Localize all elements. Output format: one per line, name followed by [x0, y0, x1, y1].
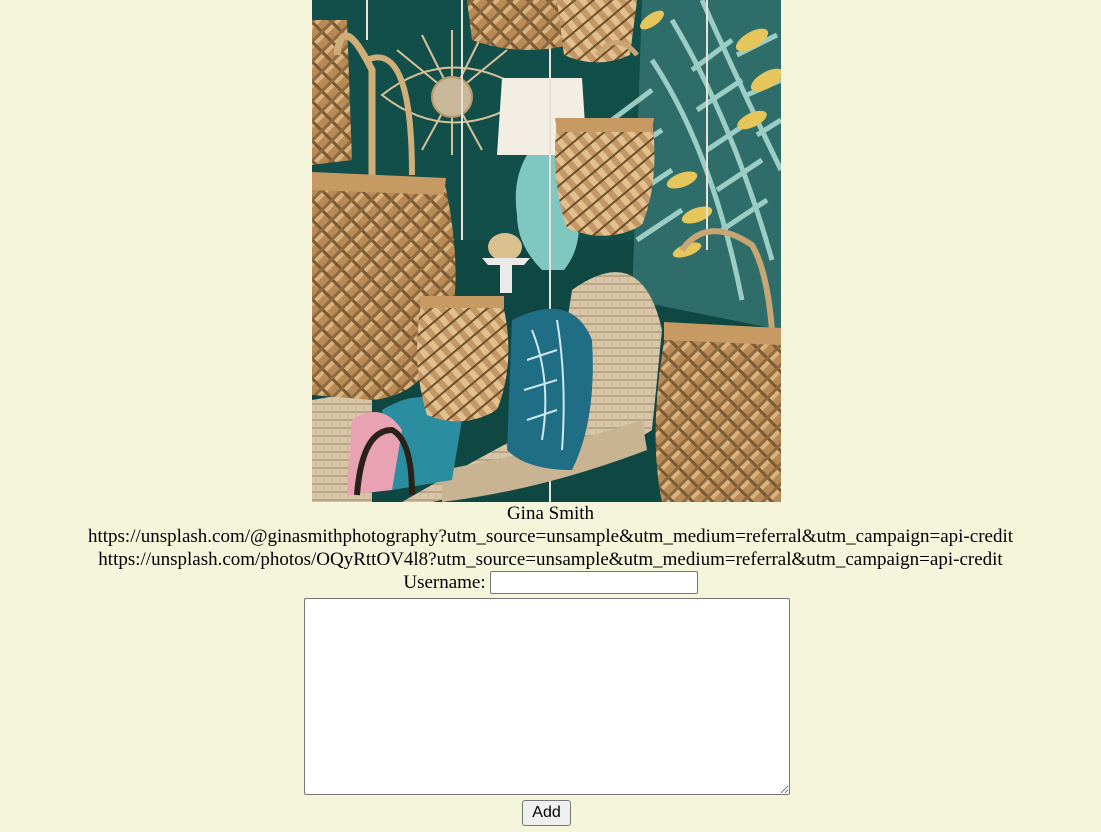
username-row: Username:: [0, 571, 1101, 598]
photographer-name: Gina Smith: [506, 503, 595, 524]
add-button[interactable]: Add: [522, 800, 571, 826]
unsplash-photo: [312, 0, 781, 502]
username-input[interactable]: [489, 571, 698, 594]
photo-illustration: [312, 0, 781, 502]
photo-page-url: https://unsplash.com/photos/OQyRttOV4l8?…: [98, 549, 1003, 570]
page: Gina Smith https://unsplash.com/@ginasmi…: [0, 0, 1101, 832]
message-textarea[interactable]: [304, 598, 790, 795]
photographer-profile-url: https://unsplash.com/@ginasmithphotograp…: [87, 526, 1014, 547]
username-label: Username:: [403, 572, 486, 593]
